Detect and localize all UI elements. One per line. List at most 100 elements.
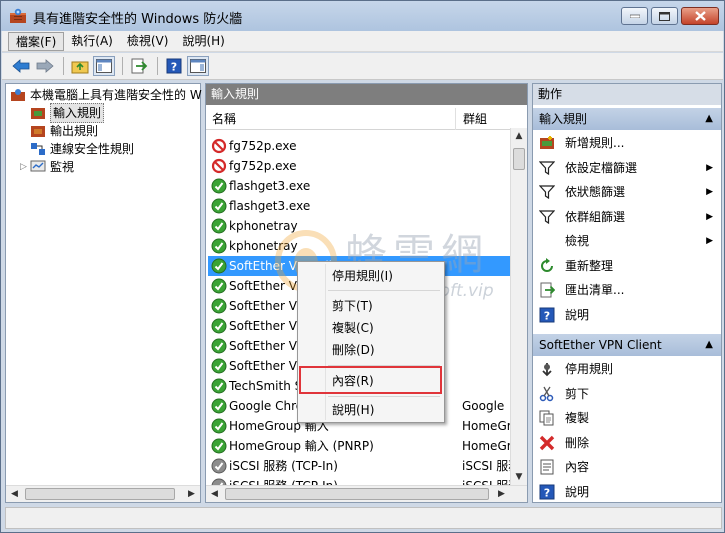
ctx-disable-rule[interactable]: 停用規則(I) [298, 265, 444, 287]
collapse-chevron-icon[interactable]: ▲ [705, 108, 713, 130]
back-button[interactable] [10, 56, 32, 76]
rule-name: SoftEther VP [229, 339, 305, 353]
rule-name: iSCSI 服務 (TCP-In) [229, 459, 338, 473]
allowed-rule-icon [211, 198, 227, 214]
table-row[interactable]: HomeGroup 輸入 (PNRP) HomeGr [208, 436, 512, 456]
action-label: 檢視 [565, 234, 590, 248]
rule-name: SoftEther VP [229, 319, 305, 333]
svg-text:?: ? [171, 61, 177, 74]
tree-item-label: 監視 [50, 160, 75, 174]
action-section-selected-rule[interactable]: SoftEther VPN Client ▲ [533, 334, 721, 356]
scroll-right-icon[interactable]: ▶ [183, 486, 200, 502]
ctx-cut[interactable]: 剪下(T) [298, 295, 444, 317]
console-tree-pane[interactable]: 本機電腦上具有進階安全性的 W 輸入規則 輸出規則 連線安全性規則 ▷ 監視 ◀… [5, 83, 202, 503]
scroll-thumb[interactable] [513, 148, 525, 170]
action-label: 說明 [565, 484, 590, 499]
scroll-left-icon[interactable]: ◀ [6, 486, 23, 502]
table-row[interactable]: flashget3.exe [208, 176, 511, 196]
allowed-rule-icon [211, 218, 227, 234]
action-help-item[interactable]: ? 說明 [533, 480, 721, 504]
action-pane-icon [190, 59, 206, 73]
collapse-chevron-icon[interactable]: ▲ [705, 334, 713, 356]
minimize-button[interactable] [621, 7, 648, 25]
allowed-rule-icon [211, 378, 227, 394]
rule-name: Google Chro [229, 399, 304, 413]
submenu-arrow-icon: ▶ [706, 211, 713, 222]
menu-action[interactable]: 執行(A) [64, 32, 120, 51]
maximize-icon [659, 11, 670, 21]
submenu-arrow-icon: ▶ [706, 236, 713, 246]
action-view-item[interactable]: 檢視 ▶ [533, 229, 721, 253]
show-hide-tree-button[interactable] [93, 56, 115, 76]
tree-item-monitoring[interactable]: ▷ 監視 [20, 158, 74, 176]
inbound-rules-icon [31, 108, 45, 119]
tree-item-inbound-rules[interactable]: 輸入規則 [30, 103, 105, 123]
action-label: 新增規則... [565, 136, 625, 150]
rule-name: SoftEther VP [229, 359, 305, 373]
minimize-icon [629, 14, 640, 18]
disable-icon [542, 363, 552, 377]
action-properties-item[interactable]: 內容 [533, 455, 721, 479]
action-cut-item[interactable]: 剪下 [533, 382, 721, 406]
expand-arrow-icon[interactable]: ▷ [20, 158, 30, 176]
menu-view[interactable]: 檢視(V) [120, 32, 176, 51]
allowed-rule-icon [211, 418, 227, 434]
scroll-right-icon[interactable]: ▶ [493, 486, 510, 502]
tree-item-connection-security-rules[interactable]: 連線安全性規則 [30, 140, 134, 158]
properties-highlight-box [299, 366, 442, 394]
scroll-left-icon[interactable]: ◀ [206, 486, 223, 502]
ctx-help[interactable]: 說明(H) [298, 399, 444, 421]
window-title: 具有進階安全性的 Windows 防火牆 [33, 12, 243, 27]
section-title: 輸入規則 [539, 112, 588, 126]
action-filter-item[interactable]: 依群組篩選 ▶ [533, 205, 721, 229]
table-row[interactable]: iSCSI 服務 (TCP-In) iSCSI 服務 [208, 456, 512, 476]
action-section-inbound-rules[interactable]: 輸入規則 ▲ [533, 108, 721, 130]
allowed-rule-icon [211, 298, 227, 314]
tree-item-outbound-rules[interactable]: 輸出規則 [30, 122, 98, 140]
menu-file[interactable]: 檔案(F) [8, 31, 65, 51]
rules-horizontal-scrollbar[interactable]: ◀ ▶ [206, 485, 527, 502]
ctx-delete[interactable]: 刪除(D) [298, 339, 444, 361]
action-label: 說明 [565, 307, 590, 322]
table-row[interactable]: fg752p.exe [208, 136, 511, 156]
up-folder-button[interactable] [69, 56, 91, 76]
export-list-button[interactable] [128, 56, 150, 76]
close-button[interactable] [681, 7, 719, 25]
title-bar[interactable]: 具有進階安全性的 Windows 防火牆 [1, 1, 724, 31]
submenu-arrow-icon: ▶ [706, 187, 713, 197]
scroll-down-icon[interactable]: ▼ [511, 469, 527, 486]
toolbar-separator [122, 57, 123, 75]
copy-icon [539, 410, 554, 426]
allowed-rule-icon [211, 278, 227, 294]
action-pane-header: 動作 [533, 84, 721, 105]
allowed-rule-icon [211, 238, 227, 254]
export-icon [540, 282, 555, 298]
forward-button[interactable] [34, 56, 56, 76]
action-help-item[interactable]: ? 說明 [533, 303, 721, 327]
tree-horizontal-scrollbar[interactable]: ◀ ▶ [6, 485, 200, 502]
show-hide-action-pane-button[interactable] [187, 56, 209, 76]
column-header-name[interactable]: 名稱 [206, 108, 456, 130]
action-export-item[interactable]: 匯出清單... [533, 278, 721, 302]
action-label: 匯出清單... [565, 283, 625, 297]
scroll-thumb[interactable] [225, 488, 489, 500]
action-copy-item[interactable]: 複製 [533, 406, 721, 430]
action-label: 依狀態篩選 [565, 185, 626, 199]
action-filter-item[interactable]: 依狀態篩選 ▶ [533, 180, 721, 204]
action-new-rule-item[interactable]: 新增規則... [533, 131, 721, 155]
scroll-thumb[interactable] [25, 488, 175, 500]
action-disable-item[interactable]: 停用規則 [533, 357, 721, 381]
column-header-group[interactable]: 群組 [457, 108, 512, 130]
ctx-copy[interactable]: 複製(C) [298, 317, 444, 339]
help-button[interactable]: ? [163, 56, 185, 76]
action-delete-item[interactable]: 刪除 [533, 431, 721, 455]
menu-help[interactable]: 說明(H) [175, 32, 231, 51]
connection-security-icon [31, 143, 45, 155]
action-filter-item[interactable]: 依設定檔篩選 ▶ [533, 156, 721, 180]
action-refresh-item[interactable]: 重新整理 [533, 254, 721, 278]
scroll-up-icon[interactable]: ▲ [511, 128, 527, 145]
tree-root[interactable]: 本機電腦上具有進階安全性的 W [10, 86, 202, 104]
table-row[interactable]: fg752p.exe [208, 156, 511, 176]
maximize-button[interactable] [651, 7, 678, 25]
folder-up-icon [71, 61, 89, 74]
